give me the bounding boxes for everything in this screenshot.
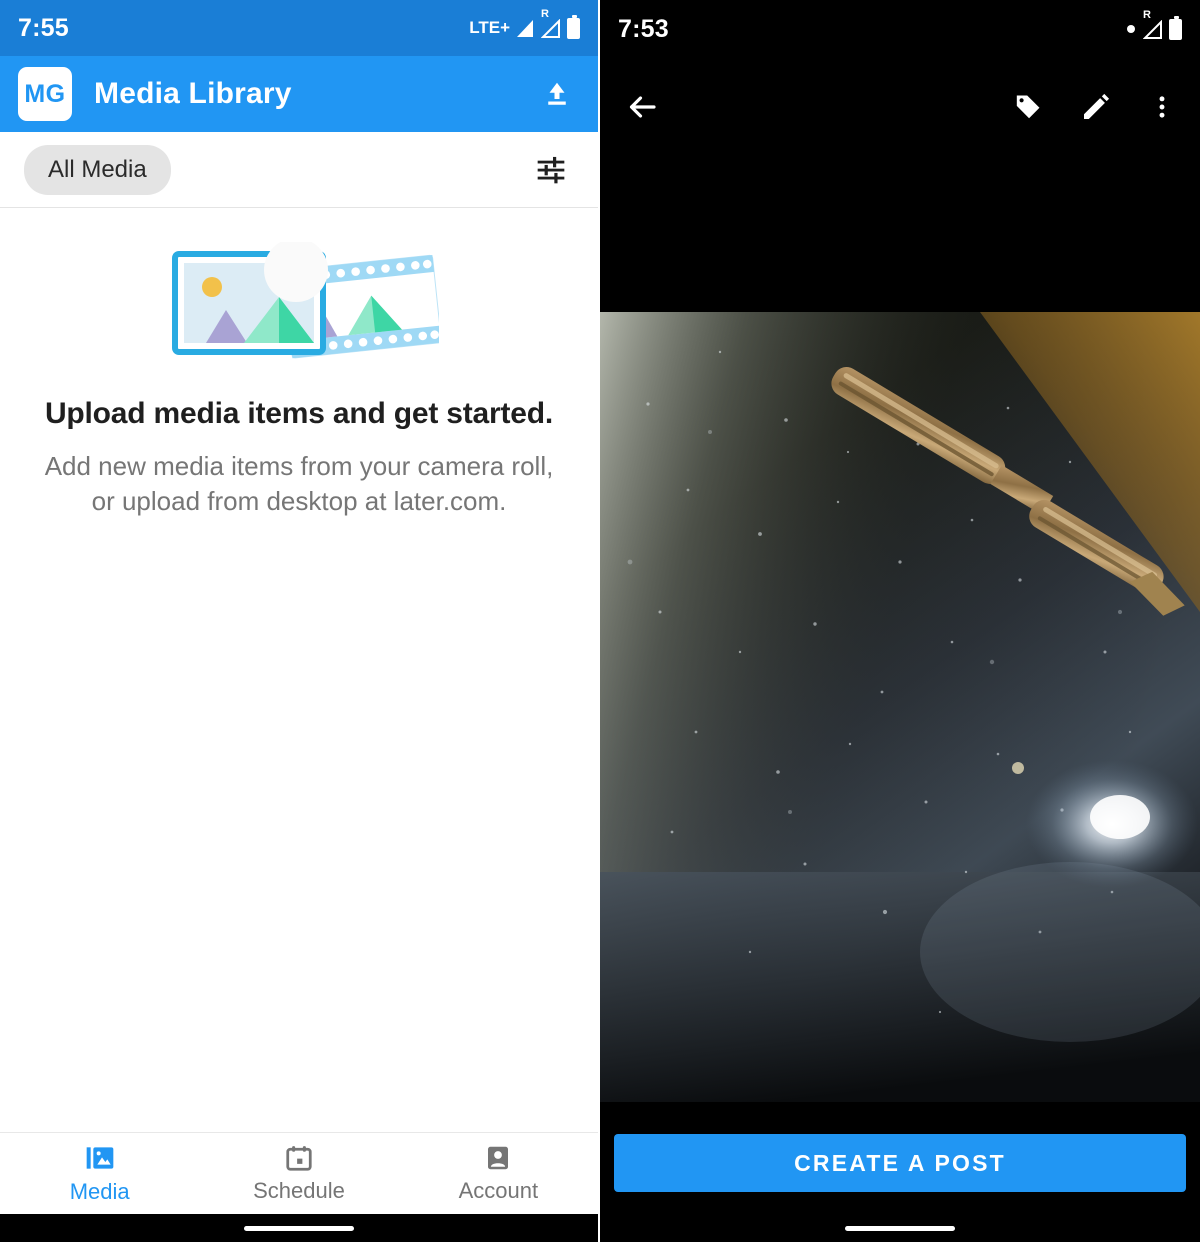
filter-bar: All Media (0, 132, 598, 208)
tag-button[interactable] (1012, 91, 1044, 123)
roaming-signal-icon-right: R (1142, 10, 1162, 39)
photo-viewer[interactable] (600, 156, 1200, 1134)
status-bar-clock: 7:55 (18, 13, 69, 42)
roaming-triangle-icon (541, 19, 560, 38)
overflow-menu-button[interactable] (1148, 91, 1176, 123)
gesture-bar-right (600, 1214, 1200, 1242)
empty-state: Upload media items and get started. Add … (0, 208, 598, 1132)
illustration-svg (172, 238, 442, 359)
gesture-pill[interactable] (244, 1225, 354, 1231)
nav-item-schedule[interactable]: Schedule (199, 1143, 398, 1204)
photo-library-icon (86, 1147, 113, 1169)
nav-label-media: Media (69, 1179, 130, 1204)
cta-container: CREATE A POST (600, 1134, 1200, 1214)
page-title: Media Library (94, 77, 292, 110)
calendar-icon (286, 1146, 312, 1171)
status-bar-icons-right: R (1127, 10, 1182, 40)
dot-icon (1127, 25, 1135, 33)
roaming-signal-icon: R (540, 9, 560, 38)
macro-photo-svg (600, 312, 1200, 1102)
battery-icon (567, 14, 580, 39)
upload-button[interactable] (534, 71, 580, 117)
right-phone-screen: 7:53 R CREATE A POST (600, 0, 1200, 1242)
media-placeholder-illustration (159, 238, 442, 367)
empty-state-title: Upload media items and get started. (44, 397, 554, 430)
filter-chip-all-media[interactable]: All Media (24, 144, 171, 195)
empty-state-subtitle: Add new media items from your camera rol… (44, 451, 554, 516)
toolbar-actions (1012, 91, 1176, 123)
avatar[interactable]: MG (18, 67, 72, 121)
back-arrow-icon (629, 96, 656, 118)
photo-viewer-toolbar (600, 58, 1200, 156)
status-bar-right: 7:53 R (600, 0, 1200, 58)
upload-icon (548, 82, 566, 105)
network-type-label: LTE+ (469, 18, 510, 37)
nav-item-media[interactable]: Media (0, 1142, 199, 1205)
dual-screenshot-container: 7:55 LTE+ R MG Media Library All Media U… (0, 0, 1200, 1242)
status-bar-clock-right: 7:53 (618, 14, 669, 43)
edit-button[interactable] (1080, 91, 1112, 123)
edit-pencil-icon (1084, 93, 1110, 119)
overflow-menu-icon (1159, 96, 1165, 118)
filter-settings-button[interactable] (528, 147, 574, 193)
roaming-triangle-icon-right (1143, 20, 1162, 39)
gesture-bar-left (0, 1214, 598, 1242)
bottom-navigation: Media Schedule Account (0, 1132, 598, 1214)
nav-item-account[interactable]: Account (399, 1143, 598, 1204)
back-button[interactable] (624, 89, 660, 125)
nav-label-account: Account (458, 1178, 539, 1203)
gesture-pill-right[interactable] (845, 1225, 955, 1231)
tune-icon (537, 156, 565, 183)
photo-image (600, 312, 1200, 1102)
person-badge-icon (488, 1146, 509, 1170)
nav-label-schedule: Schedule (253, 1178, 345, 1203)
left-phone-screen: 7:55 LTE+ R MG Media Library All Media U… (0, 0, 600, 1242)
tag-icon (1016, 95, 1040, 119)
battery-icon-right (1169, 15, 1182, 40)
status-bar-left: 7:55 LTE+ R (0, 0, 598, 56)
status-bar-icons: LTE+ R (469, 9, 580, 39)
app-bar: MG Media Library (0, 56, 598, 132)
signal-icon (517, 19, 533, 37)
create-post-button[interactable]: CREATE A POST (614, 1134, 1186, 1192)
